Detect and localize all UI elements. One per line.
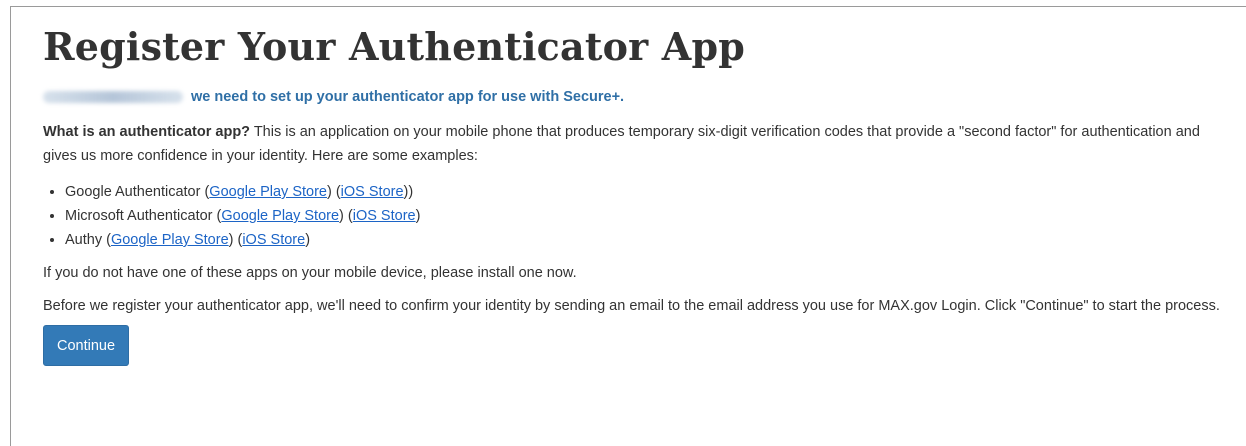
ios-store-link[interactable]: iOS Store	[341, 184, 404, 200]
app-name: Google Authenticator	[65, 184, 201, 200]
app-suffix: )	[415, 208, 421, 224]
subtitle: we need to set up your authenticator app…	[43, 88, 1228, 106]
app-name: Microsoft Authenticator	[65, 208, 213, 224]
app-list: Google Authenticator (Google Play Store)…	[43, 180, 1228, 252]
app-suffix: ))	[403, 184, 414, 200]
ios-store-link[interactable]: iOS Store	[242, 232, 305, 248]
google-play-store-link[interactable]: Google Play Store	[209, 184, 327, 200]
app-suffix: )	[305, 232, 311, 248]
google-play-store-link[interactable]: Google Play Store	[221, 208, 339, 224]
intro-paragraph: What is an authenticator app? This is an…	[43, 120, 1228, 168]
confirm-paragraph: Before we register your authenticator ap…	[43, 298, 1220, 314]
list-item: Google Authenticator (Google Play Store)…	[65, 180, 1228, 204]
page-title: Register Your Authenticator App	[43, 24, 746, 69]
redacted-user-name	[43, 91, 183, 103]
intro-heading: What is an authenticator app?	[43, 124, 251, 140]
google-play-store-link[interactable]: Google Play Store	[111, 232, 229, 248]
list-item: Authy (Google Play Store) (iOS Store)	[65, 228, 1228, 252]
app-name: Authy	[65, 232, 103, 248]
list-item: Microsoft Authenticator (Google Play Sto…	[65, 204, 1228, 228]
continue-button[interactable]: Continue	[43, 325, 130, 366]
subtitle-text: we need to set up your authenticator app…	[191, 89, 625, 105]
main-content: Register Your Authenticator App we need …	[43, 22, 1228, 366]
install-paragraph: If you do not have one of these apps on …	[43, 265, 577, 281]
ios-store-link[interactable]: iOS Store	[353, 208, 416, 224]
